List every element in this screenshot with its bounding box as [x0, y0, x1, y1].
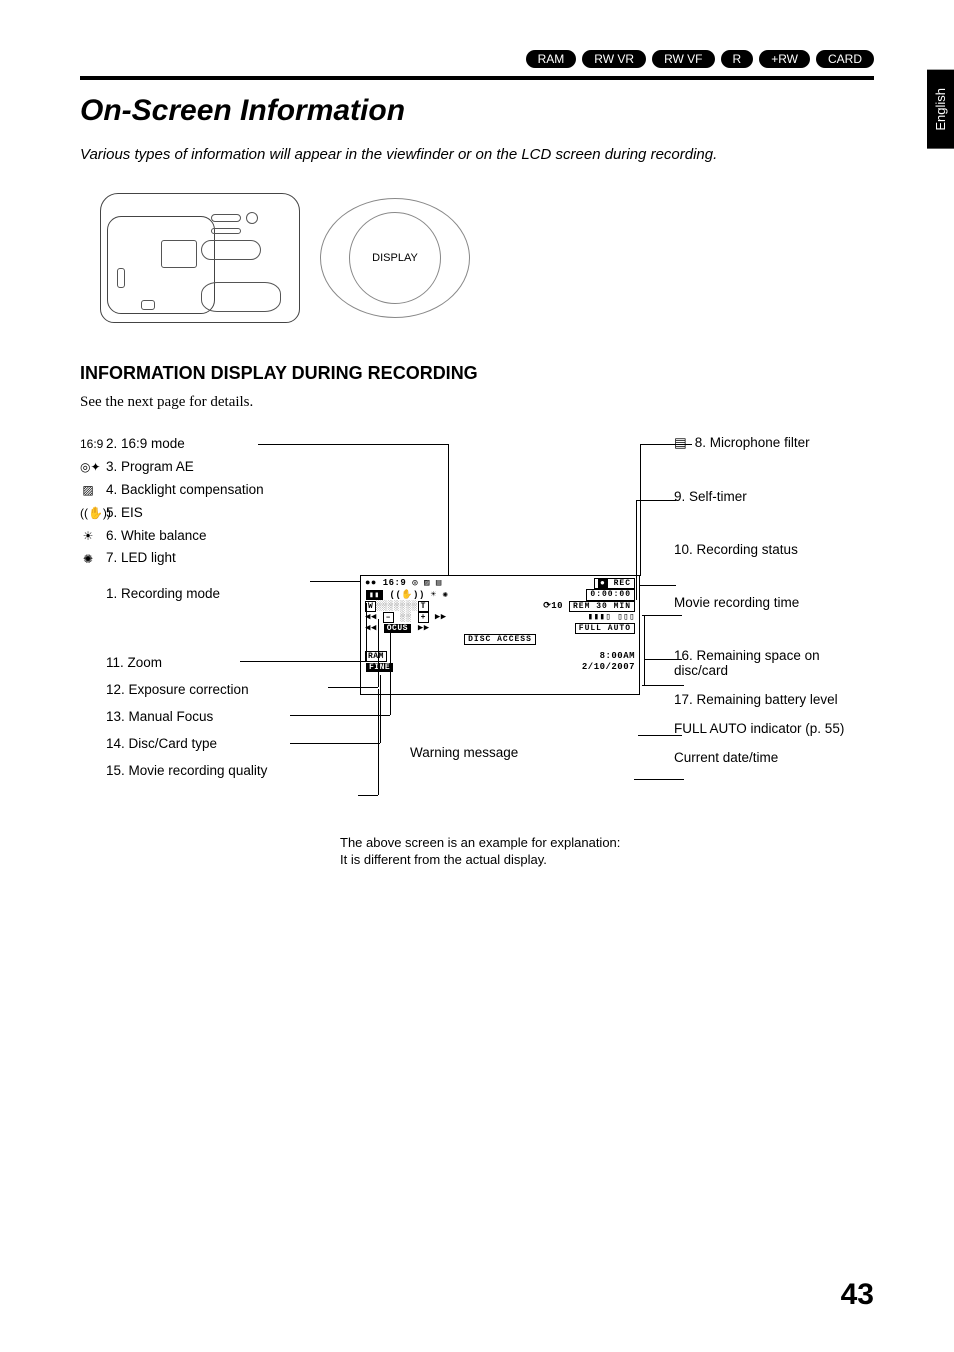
mode-169-icon: 16:9: [80, 436, 96, 453]
diagram-footnote: The above screen is an example for expla…: [340, 835, 640, 869]
label-led: 7. LED light: [106, 549, 176, 568]
footnote-line2: It is different from the actual display.: [340, 852, 547, 867]
osd-clock: 8:00AM: [600, 651, 635, 662]
label-movie-time: Movie recording time: [674, 595, 874, 610]
label-wb: 6. White balance: [106, 527, 207, 546]
osd-disc-access: DISC ACCESS: [464, 634, 536, 645]
led-icon: ✺: [80, 551, 96, 568]
right-label-column: ▤ 8. Microphone filter 9. Self-timer 10.…: [674, 435, 874, 779]
label-quality: 15. Movie recording quality: [106, 763, 267, 778]
osd-time: 0:00:00: [586, 589, 635, 601]
label-rec-status: 10. Recording status: [674, 542, 874, 557]
osd-selftimer: ⟳10: [543, 601, 563, 611]
osd-full-auto: FULL AUTO: [575, 623, 635, 634]
label-remaining-space: 16. Remaining space on disc/card: [674, 648, 874, 678]
left-label-column: 16:9 2. 16:9 mode ◎✦ 3. Program AE ▨ 4. Bac…: [80, 435, 340, 601]
program-ae-icon: ◎✦: [80, 459, 96, 476]
label-exposure: 12. Exposure correction: [106, 682, 267, 697]
section-heading: INFORMATION DISPLAY DURING RECORDING: [80, 363, 874, 384]
label-mic-filter: 8. Microphone filter: [695, 435, 810, 450]
camera-illustration: DISPLAY: [100, 183, 410, 333]
label-backlight: 4. Backlight compensation: [106, 481, 264, 500]
label-program-ae: 3. Program AE: [106, 458, 194, 477]
lcd-screen: ●● 16:9 ◎ ▨ ▤ ● REC ▮▮ ((✋)) ☀ ✺ 0:00:00…: [360, 575, 640, 695]
title-rule: [80, 76, 874, 80]
eis-icon: ((✋)): [80, 505, 96, 522]
pill-ram: RAM: [526, 50, 577, 68]
wb-icon: ☀: [80, 528, 96, 545]
osd-rem: REM 30 MIN: [569, 601, 635, 612]
osd-rec: REC: [614, 579, 631, 588]
media-type-pills: RAM RW VR RW VF R +RW CARD: [80, 50, 874, 68]
label-self-timer: 9. Self-timer: [674, 489, 874, 504]
label-full-auto: FULL AUTO indicator (p. 55): [674, 721, 874, 736]
osd-focus: OCUS: [384, 624, 411, 633]
label-eis: 5. EIS: [106, 504, 143, 523]
label-datetime: Current date/time: [674, 750, 874, 765]
footnote-line1: The above screen is an example for expla…: [340, 835, 620, 850]
pill-rwvf: RW VF: [652, 50, 714, 68]
section-note: See the next page for details.: [80, 394, 874, 411]
label-manual-focus: 13. Manual Focus: [106, 709, 267, 724]
page-number: 43: [841, 1278, 874, 1312]
display-button-callout: DISPLAY: [320, 198, 470, 318]
osd-date: 2/10/2007: [582, 662, 635, 673]
backlight-icon: ▨: [80, 482, 96, 499]
osd-ram: RAM: [365, 651, 387, 662]
page-title: On-Screen Information: [80, 94, 874, 128]
label-warning-message: Warning message: [410, 745, 518, 760]
pill-r: R: [721, 50, 754, 68]
pill-card: CARD: [816, 50, 874, 68]
language-tab: English: [927, 70, 954, 149]
label-battery: 17. Remaining battery level: [674, 692, 874, 707]
pill-plusrw: +RW: [759, 50, 810, 68]
osd-t: T: [418, 601, 429, 612]
pill-rwvr: RW VR: [582, 50, 646, 68]
osd-top-icons: ●● 16:9 ◎ ▨ ▤: [365, 578, 442, 589]
left-bottom-column: 11. Zoom 12. Exposure correction 13. Man…: [106, 655, 267, 790]
osd-diagram: 16:9 2. 16:9 mode ◎✦ 3. Program AE ▨ 4. Bac…: [80, 435, 874, 855]
mic-filter-icon: ▤: [674, 435, 687, 451]
display-label: DISPLAY: [372, 252, 418, 264]
label-disc-card: 14. Disc/Card type: [106, 736, 267, 751]
label-169: 2. 16:9 mode: [106, 435, 185, 454]
label-recording-mode: 1. Recording mode: [106, 586, 340, 601]
intro-text: Various types of information will appear…: [80, 146, 874, 163]
label-zoom: 11. Zoom: [106, 655, 267, 670]
